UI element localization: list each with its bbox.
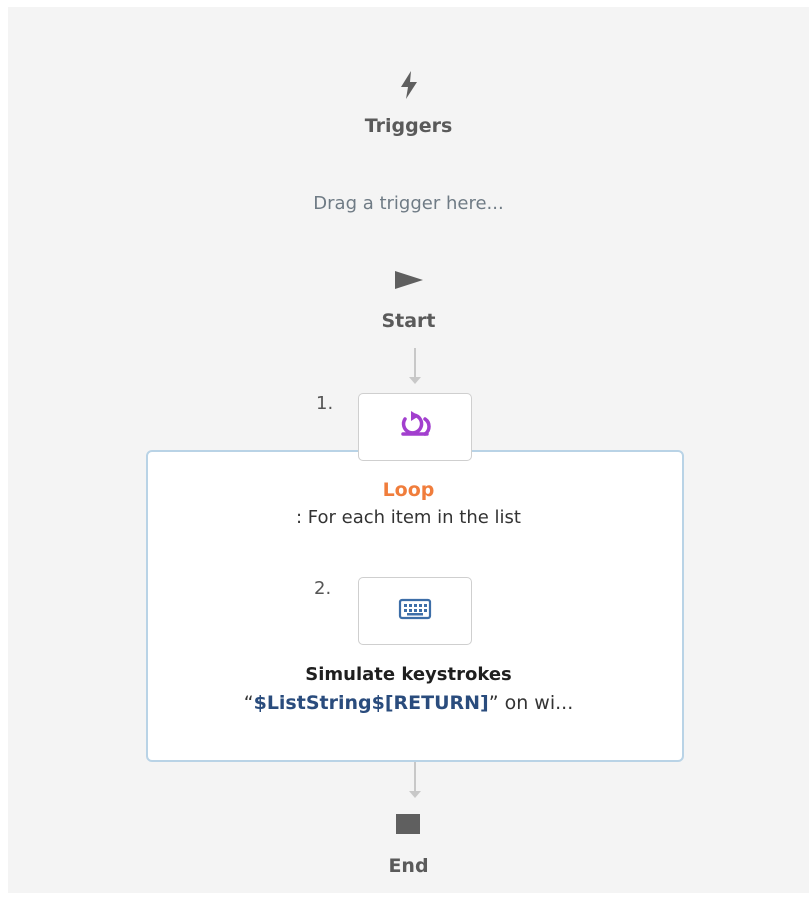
keyboard-icon	[398, 597, 432, 625]
description-quote-open: “	[243, 692, 254, 714]
description-suffix: ” on wi...	[488, 692, 574, 714]
keystrokes-variable: $ListString$[RETURN]	[253, 692, 489, 714]
triggers-section	[8, 67, 809, 107]
keystrokes-description: “$ListString$[RETURN]” on wi...	[8, 692, 809, 714]
loop-description: : For each item in the list	[296, 507, 521, 528]
loop-title: Loop	[382, 479, 435, 501]
loop-icon	[395, 411, 435, 443]
lightning-icon	[398, 70, 420, 104]
stop-square-icon	[396, 814, 420, 834]
connector-line	[414, 348, 416, 378]
keystrokes-title: Simulate keystrokes	[305, 664, 512, 685]
loop-action-tile[interactable]	[358, 393, 472, 461]
connector-arrow-icon	[409, 377, 421, 384]
step-number: 2.	[314, 578, 332, 599]
connector-line	[414, 762, 416, 792]
start-node	[8, 269, 809, 295]
trigger-drop-zone[interactable]: Drag a trigger here...	[8, 193, 809, 214]
step-number: 1.	[316, 393, 334, 414]
end-label: End	[388, 855, 429, 877]
triggers-label: Triggers	[364, 115, 453, 137]
start-label: Start	[381, 310, 436, 332]
keystrokes-action-tile[interactable]	[358, 577, 472, 645]
flow-canvas: Triggers Drag a trigger here... Start 1.…	[8, 7, 809, 893]
connector-arrow-icon	[409, 791, 421, 798]
play-triangle-icon	[393, 269, 425, 295]
